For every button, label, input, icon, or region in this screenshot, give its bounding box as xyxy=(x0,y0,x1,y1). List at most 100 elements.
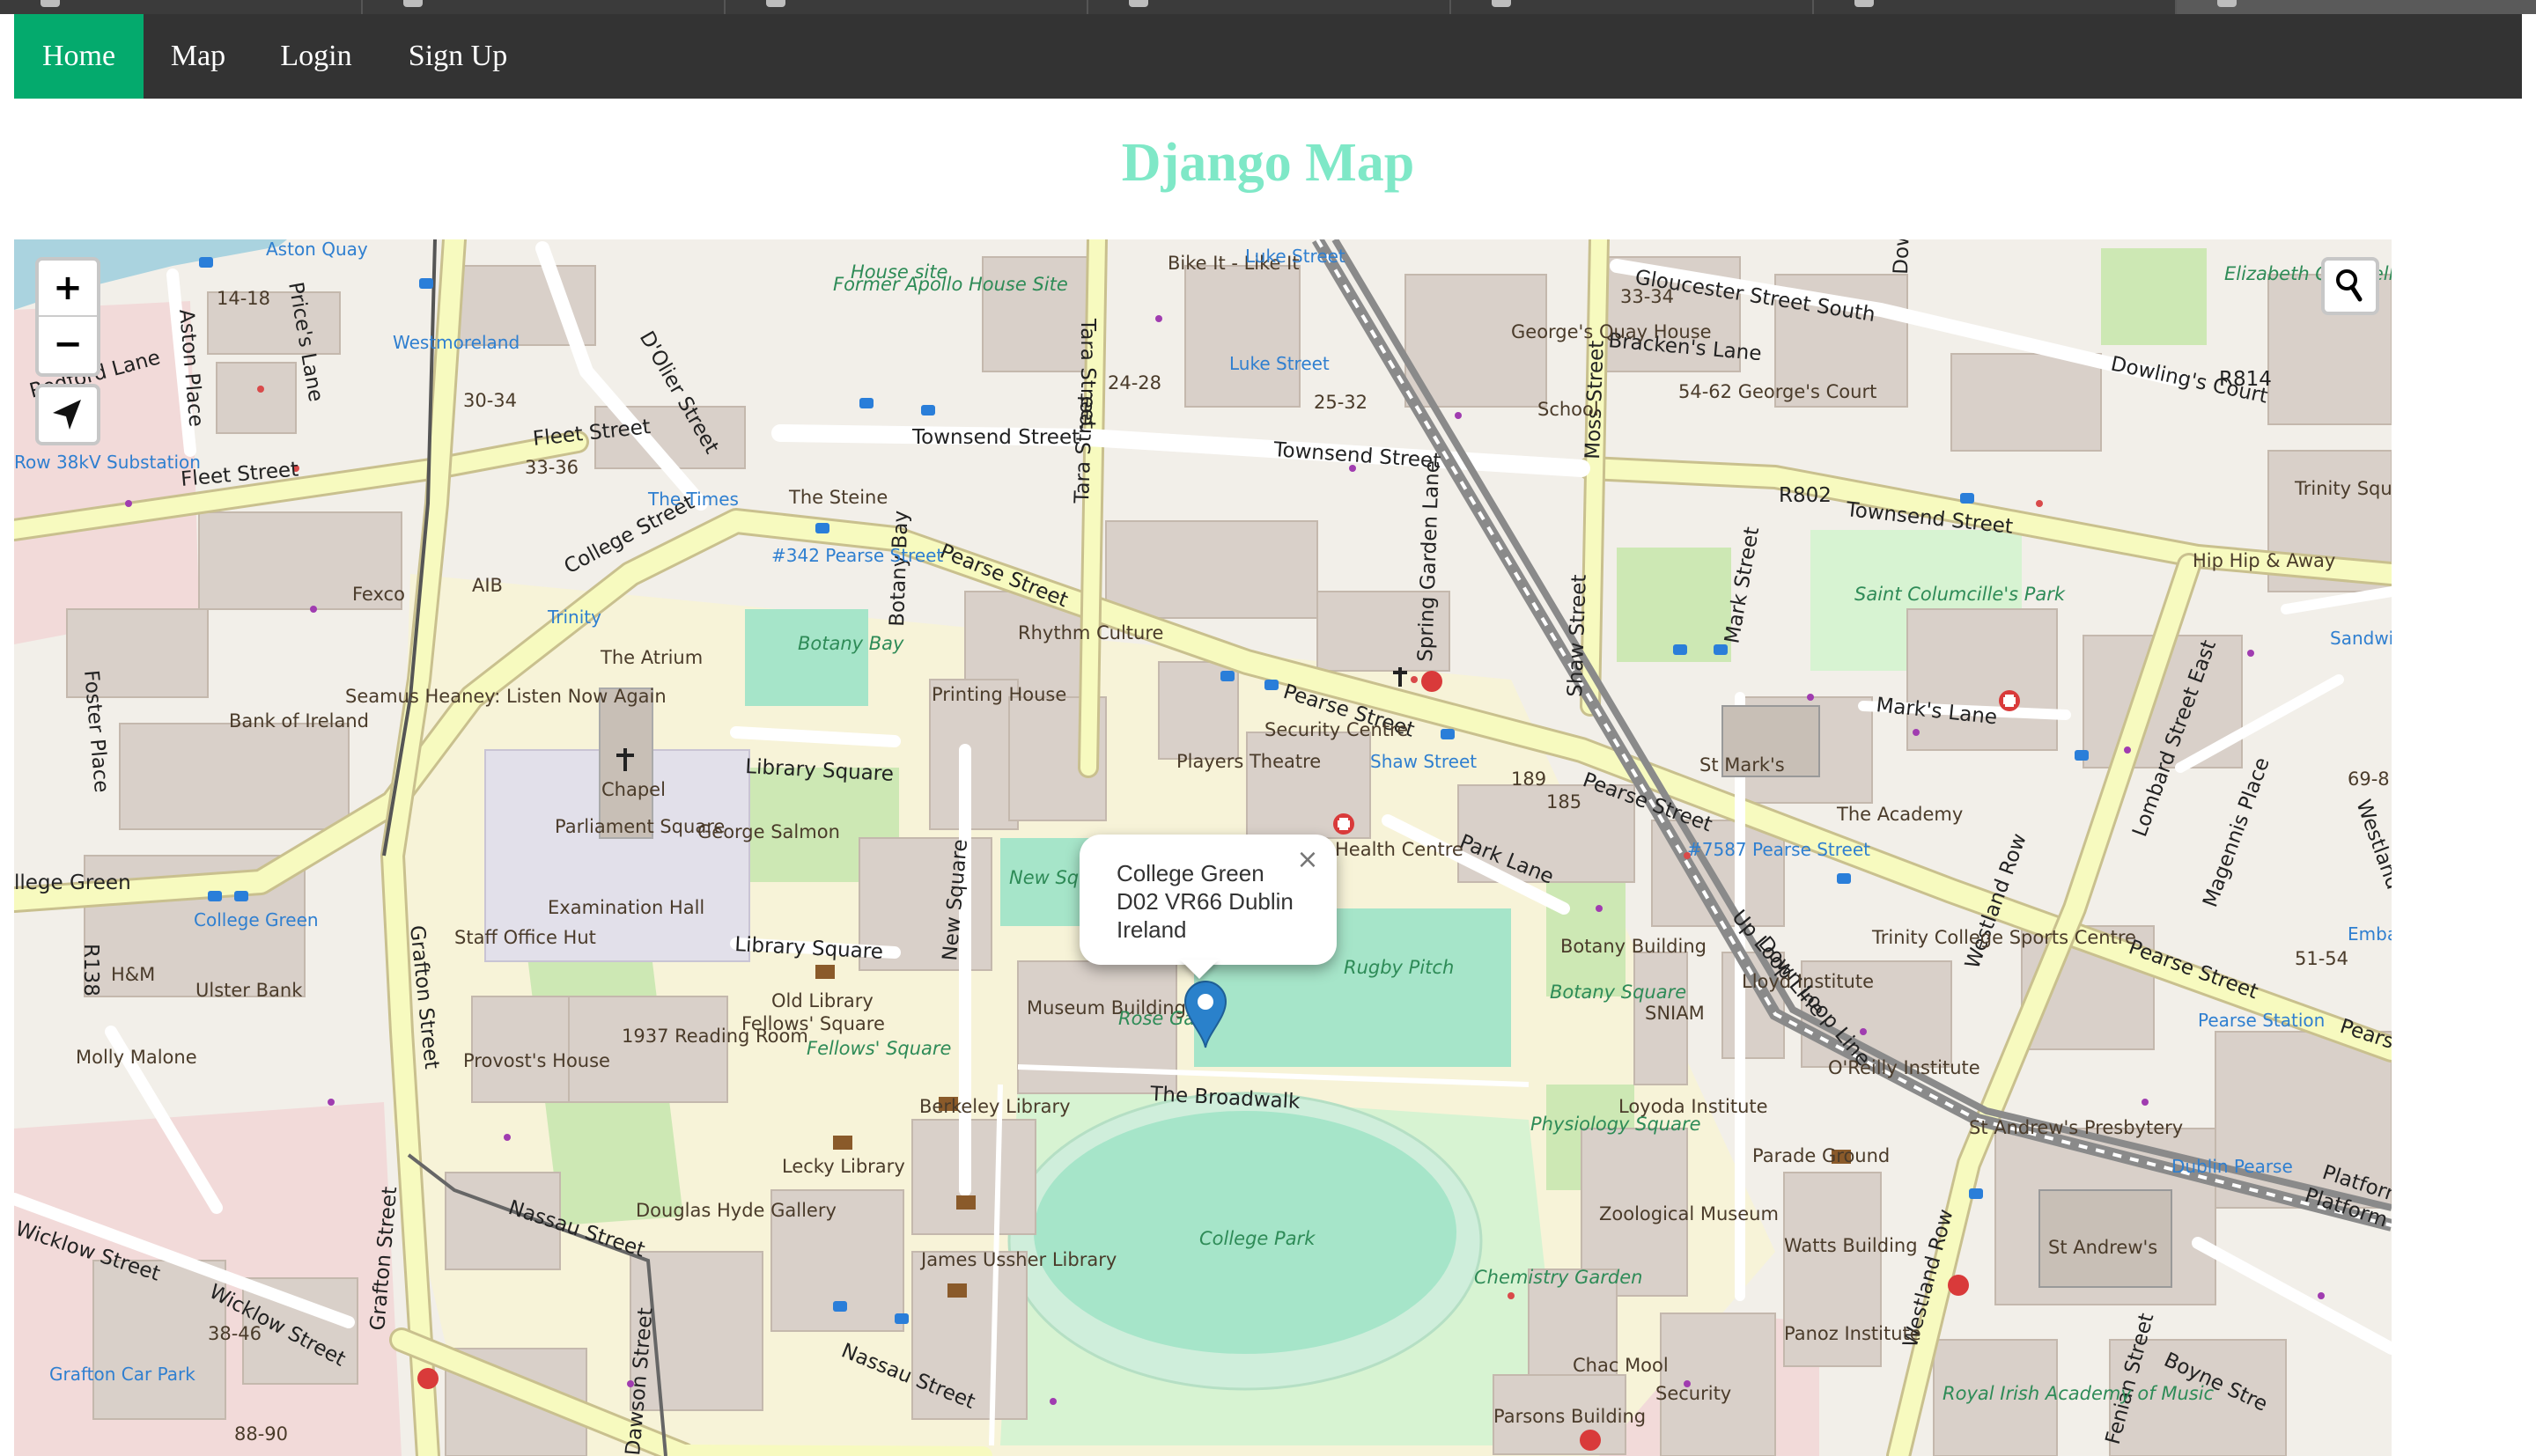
popup-line: D02 VR66 Dublin xyxy=(1117,888,1294,915)
map-label: 14-18 xyxy=(217,288,270,309)
map-label: Panoz Institute xyxy=(1784,1323,1921,1344)
map-label: #342 Pearse Street xyxy=(771,545,943,566)
map-label: Fellows' Square xyxy=(741,1013,885,1034)
map-label: Botany Bay xyxy=(886,510,913,627)
map-label: College Park xyxy=(1199,1228,1316,1249)
browser-tab[interactable] xyxy=(1451,0,1814,14)
map-label: Dublin Pearse xyxy=(2171,1156,2293,1177)
map-label: #7587 Pearse Street xyxy=(1687,839,1870,860)
tab-favicon-icon xyxy=(1492,0,1511,7)
map-label: Row 38kV Substation xyxy=(14,452,201,473)
tab-favicon-icon xyxy=(766,0,785,7)
map-label: O'Reilly Institute xyxy=(1828,1057,1980,1078)
map-label: Seamus Heaney: Listen Now Again xyxy=(345,686,667,707)
map-label: George Salmon xyxy=(697,821,840,842)
browser-tab[interactable] xyxy=(1814,0,2177,14)
map-label: Embassy of Cuba xyxy=(2348,923,2392,945)
map-label: Chemistry Garden xyxy=(1474,1267,1642,1288)
popup-close-button[interactable]: × xyxy=(1294,847,1321,873)
map-label: New Squ xyxy=(1009,867,1090,888)
browser-tab[interactable] xyxy=(726,0,1088,14)
browser-tab[interactable] xyxy=(363,0,726,14)
map-label: House site xyxy=(851,261,947,283)
map-label: SNIAM xyxy=(1645,1003,1705,1024)
map-label: Rugby Pitch xyxy=(1344,957,1454,978)
magnifier-icon xyxy=(2336,269,2363,302)
map-label: Zoological Museum xyxy=(1599,1203,1779,1224)
map-label: 24-28 xyxy=(1108,372,1161,393)
zoom-in-button[interactable]: + xyxy=(39,261,97,317)
map-label: Chac Mool xyxy=(1573,1355,1669,1376)
locate-button[interactable] xyxy=(35,384,100,445)
map-label: The Steine xyxy=(788,487,888,508)
map-label: Westmoreland xyxy=(393,332,520,353)
map-label: Parsons Building xyxy=(1493,1406,1646,1427)
map-label: Sandwith Street xyxy=(2330,628,2392,649)
map-label: H&M xyxy=(111,964,155,985)
map-label: Ulster Bank xyxy=(195,980,303,1001)
nav-signup-link[interactable]: Sign Up xyxy=(380,14,536,99)
map-label: 189 xyxy=(1511,768,1546,790)
locate-arrow-icon xyxy=(53,400,81,430)
tab-favicon-icon xyxy=(41,0,60,7)
map-label: Luke Street xyxy=(1229,353,1330,374)
zoom-out-button[interactable]: − xyxy=(39,317,97,371)
map-label: R138 xyxy=(79,944,102,996)
map-label: Grafton Car Park xyxy=(49,1364,195,1385)
nav-login-link[interactable]: Login xyxy=(253,14,380,99)
browser-tab[interactable] xyxy=(0,0,363,14)
map-label: Trinity xyxy=(547,607,601,628)
map-label: R814 xyxy=(2219,368,2272,391)
map-label: 38-46 xyxy=(208,1323,262,1344)
map-label: Pearse Station xyxy=(2198,1010,2325,1031)
map-label: Tara Street xyxy=(1071,393,1097,504)
map-label: AIB xyxy=(472,575,503,596)
map-popup: × College Green D02 VR66 Dublin Ireland xyxy=(1080,835,1337,965)
map-label: Douglas Hyde Gallery xyxy=(636,1200,837,1221)
map-label: James Ussher Library xyxy=(919,1249,1117,1270)
location-marker-icon[interactable] xyxy=(1182,979,1229,1049)
map-label: Rhythm Culture xyxy=(1018,622,1163,643)
map-label: Provost's House xyxy=(463,1050,610,1071)
map-label: 54-62 George's Court xyxy=(1678,381,1876,402)
tab-favicon-icon xyxy=(1854,0,1874,7)
map-label: Berkeley Library xyxy=(919,1096,1071,1117)
browser-tab-strip xyxy=(0,0,2536,14)
map-search-button[interactable] xyxy=(2321,257,2379,315)
nav-home-link[interactable]: Home xyxy=(14,14,144,99)
map-container[interactable]: Gloucester Street South Bracken's Lane D… xyxy=(14,239,2392,1456)
browser-tab[interactable] xyxy=(1088,0,1451,14)
map-label: Trinity Square xyxy=(2294,478,2392,499)
map-label: Printing House xyxy=(932,684,1066,705)
map-label: George's Quay House xyxy=(1511,321,1712,342)
map-label: Health Centre xyxy=(1335,839,1463,860)
top-navbar: Home Map Login Sign Up xyxy=(14,14,2522,99)
map-label: The Times xyxy=(647,489,739,510)
map-label: Watts Building xyxy=(1784,1235,1918,1256)
nav-map-link[interactable]: Map xyxy=(144,14,253,99)
map-label: 185 xyxy=(1546,791,1581,813)
map-label: 30-34 xyxy=(463,390,517,411)
map-label: Trinity College Sports Centre xyxy=(1871,927,2136,948)
map-label: College Green xyxy=(194,909,319,930)
map-label: Security xyxy=(1655,1383,1731,1404)
map-label: Saint Columcille's Park xyxy=(1854,584,2066,605)
map-label: Bank of Ireland xyxy=(229,710,369,732)
map-label: 33-34 xyxy=(1620,286,1674,307)
map-label: Hip Hip & Away xyxy=(2193,550,2335,571)
map-label: 88-90 xyxy=(234,1423,288,1445)
zoom-control: + − xyxy=(35,257,100,377)
map-label: Townsend Street xyxy=(911,426,1080,449)
map-label: Physiology Square xyxy=(1530,1114,1701,1135)
map-label: St Mark's xyxy=(1699,754,1785,776)
map-label: 33-36 xyxy=(525,457,579,478)
map-label: Examination Hall xyxy=(548,897,704,918)
map-label: Royal Irish Academy of Music xyxy=(1943,1383,2215,1404)
map-label: St Andrew's xyxy=(2048,1237,2157,1258)
map-label: Aston Quay xyxy=(266,239,368,260)
map-label: Lloyd Institute xyxy=(1742,971,1874,992)
map-label: Security Centre xyxy=(1264,719,1408,740)
map-label: Luke Street xyxy=(1245,246,1345,267)
browser-tab-active[interactable] xyxy=(2177,0,2536,14)
map-label: Botany Bay xyxy=(798,633,904,654)
